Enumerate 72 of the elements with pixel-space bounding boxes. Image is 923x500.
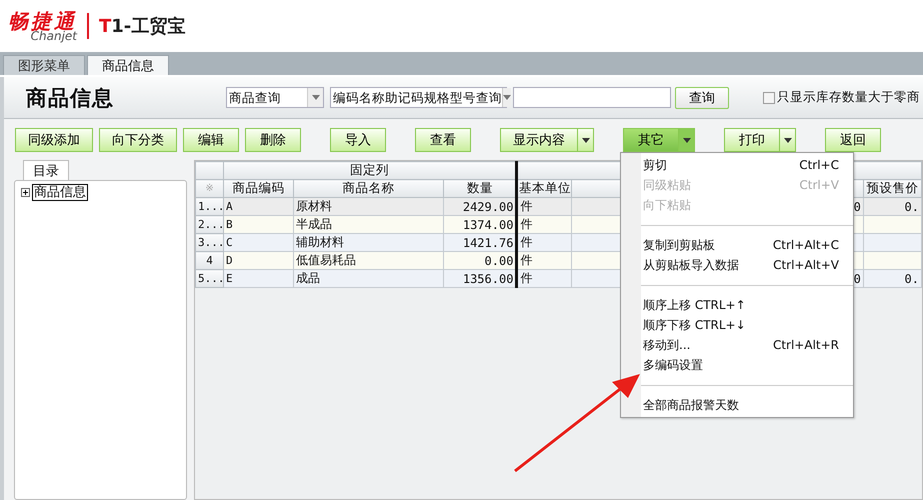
- column-header[interactable]: 商品编码: [224, 180, 294, 198]
- stock-checkbox[interactable]: [763, 92, 775, 104]
- table-cell: 件: [520, 217, 532, 231]
- table-cell: 0: [854, 272, 861, 286]
- caret-icon: [503, 95, 511, 100]
- table-cell: 半成品: [296, 217, 332, 231]
- toolbar-button[interactable]: 删除: [245, 128, 301, 152]
- caret-icon: [582, 138, 590, 142]
- row-number: 4: [196, 252, 224, 270]
- table-cell: 件: [520, 253, 532, 267]
- toolbar-button[interactable]: 其它: [623, 128, 695, 152]
- toolbar-button[interactable]: 打印: [724, 128, 796, 152]
- table-cell: 原材料: [296, 199, 332, 213]
- table-cell: D: [226, 254, 233, 267]
- page-title: 商品信息: [26, 84, 115, 112]
- table-cell: 件: [520, 235, 532, 249]
- table-cell: 1374.00: [462, 218, 514, 232]
- table-cell: 0.: [904, 200, 919, 214]
- table-cell: B: [226, 218, 233, 231]
- search-field[interactable]: [513, 87, 671, 108]
- table-cell: C: [226, 236, 233, 249]
- table-cell: 件: [520, 271, 532, 285]
- menu-item[interactable]: 剪切 Ctrl+C: [621, 155, 853, 175]
- tab[interactable]: 图形菜单: [3, 55, 85, 75]
- column-header[interactable]: 预设售价: [863, 180, 922, 198]
- toolbar-button[interactable]: 同级添加: [15, 128, 93, 152]
- table-cell: 低值易耗品: [296, 253, 356, 267]
- table-cell: 1356.00: [462, 272, 514, 286]
- toolbar-button[interactable]: 查看: [415, 128, 471, 152]
- row-number: 1...: [196, 198, 224, 216]
- scope-dropdown[interactable]: 商品查询: [226, 87, 324, 108]
- query-button[interactable]: 查询: [675, 86, 729, 108]
- table-cell: 0.: [904, 272, 919, 286]
- menu-item[interactable]: 移动到... Ctrl+Alt+R: [621, 335, 853, 355]
- tree-tab[interactable]: 目录: [23, 160, 69, 180]
- column-header[interactable]: 数量: [444, 180, 517, 198]
- tab[interactable]: 商品信息: [87, 55, 169, 75]
- table-cell: 0.00: [484, 254, 514, 268]
- expand-icon[interactable]: [21, 188, 30, 197]
- table-cell: 件: [520, 199, 532, 213]
- table-cell: 2429.00: [462, 200, 514, 214]
- table-cell: 成品: [296, 271, 320, 285]
- row-number: 2...: [196, 216, 224, 234]
- row-number: 3...: [196, 234, 224, 252]
- tree-item[interactable]: 商品信息: [32, 184, 88, 201]
- menu-item[interactable]: 顺序上移 CTRL+↑: [621, 295, 853, 315]
- table-cell: 辅助材料: [296, 235, 344, 249]
- product-mark: T: [99, 16, 112, 37]
- column-group-header: 固定列: [224, 162, 517, 180]
- brand-subtitle: Chanjet: [30, 30, 77, 42]
- menu-item[interactable]: 多编码设置: [621, 355, 853, 375]
- toolbar-button[interactable]: 向下分类: [99, 128, 177, 152]
- table-cell: 0: [854, 200, 861, 214]
- toolbar-button[interactable]: 显示内容: [500, 128, 594, 152]
- toolbar-button[interactable]: 返回: [825, 128, 881, 152]
- menu-item[interactable]: 顺序下移 CTRL+↓: [621, 315, 853, 335]
- checkbox-label: 只显示库存数量大于零商: [777, 89, 920, 106]
- caret-icon: [784, 138, 792, 142]
- product-name: 1-工贸宝: [111, 15, 186, 38]
- brand-logo-text: 畅捷通: [8, 10, 77, 32]
- column-header[interactable]: 商品名称: [294, 180, 444, 198]
- corner-header: ※: [196, 180, 224, 198]
- menu-item[interactable]: 全部商品报警天数: [621, 395, 853, 415]
- row-number: 5...: [196, 270, 224, 288]
- toolbar-button[interactable]: 导入: [330, 128, 386, 152]
- table-cell: 1421.76: [462, 236, 514, 250]
- toolbar-button[interactable]: 编辑: [183, 128, 239, 152]
- table-cell: E: [226, 272, 233, 285]
- table-cell: A: [226, 200, 233, 213]
- caret-icon: [312, 95, 320, 100]
- caret-icon: [682, 138, 690, 142]
- column-header[interactable]: 基本单位: [516, 180, 572, 198]
